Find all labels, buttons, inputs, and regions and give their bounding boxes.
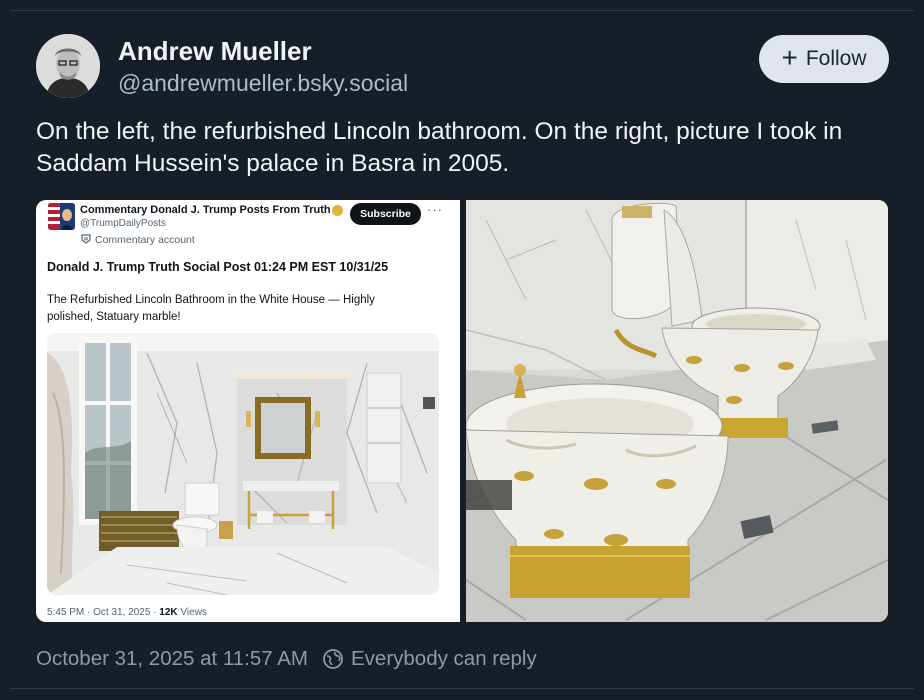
follow-button[interactable]: + Follow (759, 35, 889, 83)
verified-badge-icon (332, 205, 343, 216)
more-icon: ··· (427, 202, 443, 217)
follow-label: Follow (805, 47, 867, 70)
globe-icon (323, 649, 343, 669)
post-text: On the left, the refurbished Lincoln bat… (36, 118, 843, 177)
embedded-footer-meta: 5:45 PM · Oct 31, 2025 · (47, 607, 160, 618)
plus-icon: + (781, 42, 798, 73)
embedded-headline-time: 01:24 PM EST 10/31/25 (250, 260, 389, 274)
embedded-account-handle: @TrumpDailyPosts (80, 218, 166, 229)
embedded-account-avatar (48, 203, 75, 230)
lincoln-bathroom-photo (47, 333, 439, 595)
embedded-account-type: Commentary account (95, 234, 195, 246)
author-display-name[interactable]: Andrew Mueller (118, 36, 312, 67)
embedded-headline-title: Donald J. Trump Truth Social Post (47, 260, 251, 274)
embedded-views-label: Views (177, 607, 207, 618)
embedded-account-name: Commentary Donald J. Trump Posts From Tr… (80, 204, 343, 216)
commentary-account-icon (81, 234, 91, 244)
top-divider (10, 10, 914, 11)
embedded-headline: Donald J. Trump Truth Social Post 01:24 … (47, 260, 388, 274)
post-meta-row: October 31, 2025 at 11:57 AM Everybody c… (36, 647, 537, 671)
embedded-tweet-image[interactable]: Commentary Donald J. Trump Posts From Tr… (36, 200, 460, 622)
bottom-divider (10, 688, 914, 689)
embedded-footer: 5:45 PM · Oct 31, 2025 · 12K Views (47, 607, 207, 618)
embedded-subscribe-button: Subscribe (350, 203, 421, 225)
basra-palace-bathroom-photo[interactable] (466, 200, 888, 622)
post-timestamp[interactable]: October 31, 2025 at 11:57 AM (36, 647, 308, 671)
author-handle[interactable]: @andrewmueller.bsky.social (118, 70, 408, 97)
author-avatar[interactable] (36, 34, 100, 98)
embedded-views-count: 12K (159, 607, 178, 618)
embedded-body-text: The Refurbished Lincoln Bathroom in the … (47, 294, 375, 323)
reply-setting: Everybody can reply (351, 647, 537, 670)
